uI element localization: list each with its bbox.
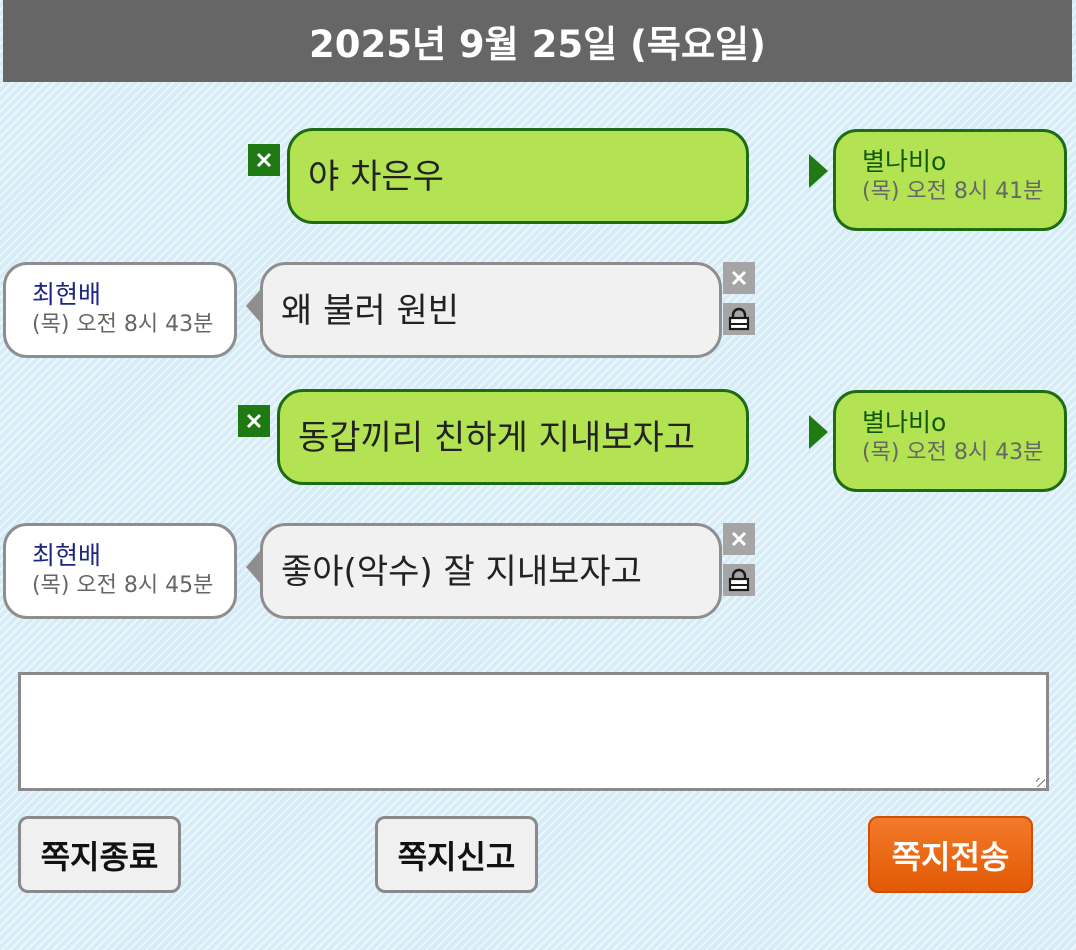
sender-info[interactable]: 별나비o (목) 오전 8시 43분 — [833, 390, 1067, 492]
sender-name[interactable]: 별나비o — [862, 407, 1064, 438]
message-text: 야 차은우 — [308, 157, 444, 197]
block-sender-button[interactable] — [723, 303, 755, 335]
sender-name[interactable]: 별나비o — [862, 146, 1064, 177]
message-time: (목) 오전 8시 43분 — [862, 440, 1044, 465]
message-input[interactable] — [18, 672, 1049, 791]
lock-icon — [728, 568, 750, 592]
message-bubble-sent: 동갑끼리 친하게 지내보자고 — [277, 389, 749, 485]
message-time: (목) 오전 8시 43분 — [32, 312, 214, 337]
close-message-button[interactable]: 쪽지종료 — [18, 816, 181, 893]
close-icon — [246, 413, 262, 429]
lock-icon — [728, 307, 750, 331]
message-text: 동갑끼리 친하게 지내보자고 — [298, 418, 695, 458]
sent-indicator-arrow — [809, 154, 828, 188]
sender-name[interactable]: 최현배 — [32, 279, 234, 310]
delete-message-button[interactable] — [723, 523, 755, 555]
delete-message-button[interactable] — [248, 144, 280, 176]
message-time: (목) 오전 8시 45분 — [32, 573, 214, 598]
close-icon — [256, 152, 272, 168]
sender-info[interactable]: 최현배 (목) 오전 8시 45분 — [3, 523, 237, 619]
message-text: 왜 불러 원빈 — [281, 291, 460, 331]
message-text: 좋아(악수) 잘 지내보자고 — [281, 552, 642, 592]
sender-name[interactable]: 최현배 — [32, 540, 234, 571]
send-message-button[interactable]: 쪽지전송 — [868, 816, 1033, 893]
message-bubble-sent: 야 차은우 — [287, 128, 749, 224]
delete-message-button[interactable] — [238, 405, 270, 437]
sender-info[interactable]: 최현배 (목) 오전 8시 43분 — [3, 262, 237, 358]
date-header: 2025년 9월 25일 (목요일) — [3, 0, 1072, 82]
sent-indicator-arrow — [809, 415, 828, 449]
message-bubble-received: 좋아(악수) 잘 지내보자고 — [246, 523, 722, 619]
message-bubble-received: 왜 불러 원빈 — [246, 262, 722, 358]
report-message-button[interactable]: 쪽지신고 — [375, 816, 538, 893]
close-icon — [731, 270, 747, 286]
close-icon — [731, 531, 747, 547]
message-time: (목) 오전 8시 41분 — [862, 179, 1044, 204]
delete-message-button[interactable] — [723, 262, 755, 294]
block-sender-button[interactable] — [723, 564, 755, 596]
date-title: 2025년 9월 25일 (목요일) — [309, 23, 766, 66]
sender-info[interactable]: 별나비o (목) 오전 8시 41분 — [833, 129, 1067, 231]
